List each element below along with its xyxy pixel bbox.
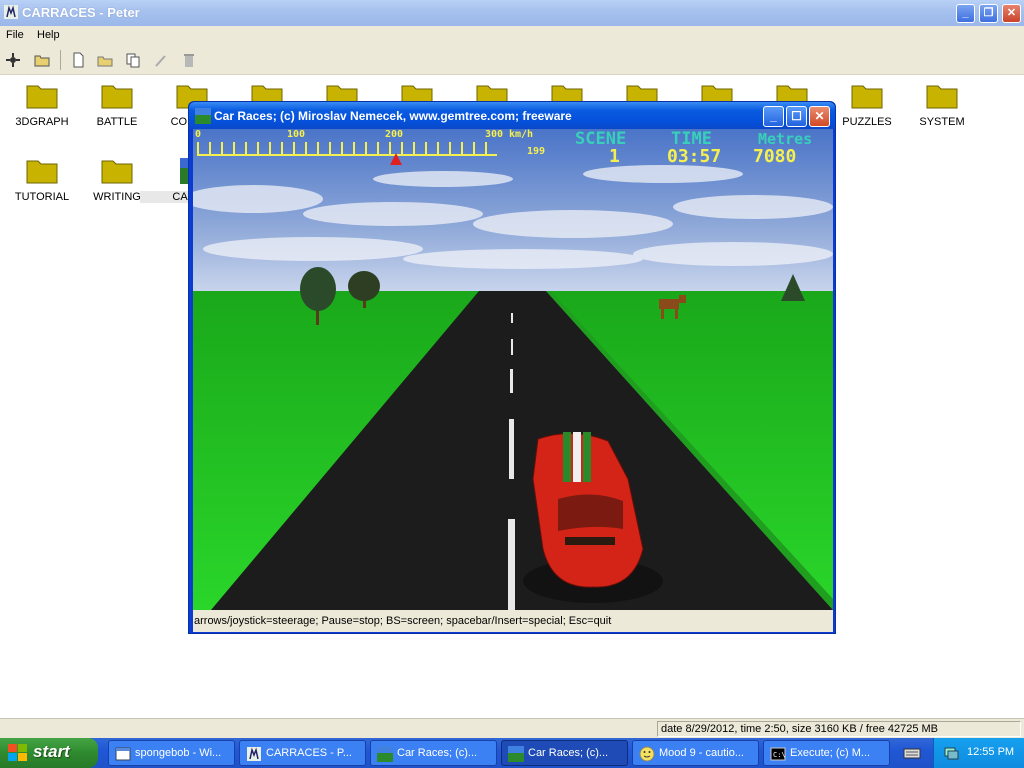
menu-bar: File Help [0, 26, 1024, 45]
race-track-view [193, 129, 833, 610]
peter-icon [247, 747, 261, 761]
taskbar: start spongebob - Wi... CARRACES - P... … [0, 738, 1024, 768]
task-car-races-1[interactable]: Car Races; (c)... [370, 740, 497, 766]
status-text: date 8/29/2012, time 2:50, size 3160 KB … [657, 721, 1021, 737]
copy-icon[interactable] [125, 52, 141, 68]
speed-tick-label: 100 [287, 129, 306, 140]
open-folder-icon[interactable] [34, 52, 50, 68]
task-execute[interactable]: C:\ Execute; (c) M... [763, 740, 890, 766]
main-window-title: CARRACES - Peter [22, 5, 140, 20]
close-button[interactable]: ✕ [1002, 4, 1021, 23]
folder-icon [851, 85, 883, 109]
game-help-bar: arrows/joystick=steerage; Pause=stop; BS… [193, 610, 833, 632]
status-bar: date 8/29/2012, time 2:50, size 3160 KB … [0, 718, 1024, 738]
rename-icon[interactable] [153, 52, 169, 68]
game-window[interactable]: Car Races; (c) Miroslav Nemecek, www.gem… [188, 101, 836, 634]
smiley-icon [639, 746, 655, 762]
speed-value: 199 [527, 146, 546, 157]
task-car-races-2[interactable]: Car Races; (c)... [501, 740, 628, 766]
folder-puzzles[interactable]: PUZZLES [829, 75, 899, 137]
console-icon: C:\ [770, 747, 786, 761]
new-folder-icon[interactable] [97, 52, 113, 68]
folder-icon [101, 85, 133, 109]
start-label: start [33, 742, 70, 761]
system-tray: 12:55 PM [933, 738, 1024, 768]
menu-file[interactable]: File [6, 29, 24, 41]
clock: 12:55 PM [967, 746, 1015, 758]
toolbar-separator [60, 50, 61, 70]
delete-icon[interactable] [181, 52, 197, 68]
menu-help[interactable]: Help [37, 29, 60, 41]
speed-tick-label: 200 [385, 129, 404, 140]
folder-icon [101, 160, 133, 184]
task-spongebob[interactable]: spongebob - Wi... [108, 740, 235, 766]
speedometer: 0 100 200 300 km/h 199 [193, 129, 545, 169]
speed-unit: km/h [509, 129, 534, 140]
game-scene[interactable]: 0 100 200 300 km/h 199 SCENE 1 TIME 03:5… [193, 129, 833, 610]
game-maximize-button[interactable]: ☐ [786, 106, 807, 127]
minimize-button[interactable]: _ [956, 4, 975, 23]
folder-icon [926, 85, 958, 109]
game-icon [508, 746, 524, 762]
folder-3dgraph[interactable]: 3DGRAPH [4, 75, 74, 137]
task-carraces-peter[interactable]: CARRACES - P... [239, 740, 366, 766]
svg-text:C:\: C:\ [773, 751, 786, 759]
metres-value: 7080 [753, 146, 797, 167]
folder-tutorial[interactable]: TUTORIAL [4, 150, 74, 212]
game-icon [377, 746, 393, 762]
folder-icon [26, 85, 58, 109]
restore-button[interactable]: ❐ [979, 4, 998, 23]
run-icon[interactable] [5, 52, 21, 68]
folder-battle[interactable]: BATTLE [79, 75, 149, 137]
game-icon [195, 108, 211, 124]
speed-tick-label: 300 [485, 129, 504, 140]
game-window-title: Car Races; (c) Miroslav Nemecek, www.gem… [214, 109, 572, 123]
toolbar [0, 45, 1024, 75]
time-value: 03:57 [667, 146, 722, 167]
peter-app-icon [4, 5, 18, 19]
folder-system[interactable]: SYSTEM [904, 75, 974, 137]
folder-icon [26, 160, 58, 184]
folder-writing[interactable]: WRITING [79, 150, 149, 212]
windows-logo-icon [8, 744, 27, 761]
scene-value: 1 [609, 146, 620, 167]
game-title-bar[interactable]: Car Races; (c) Miroslav Nemecek, www.gem… [189, 102, 835, 129]
task-mood[interactable]: Mood 9 - cautio... [632, 740, 759, 766]
ie-icon [115, 747, 131, 761]
start-button[interactable]: start [0, 738, 98, 768]
network-icon[interactable] [943, 745, 959, 761]
speed-scale [197, 142, 497, 156]
game-close-button[interactable]: ✕ [809, 106, 830, 127]
keyboard-icon[interactable] [903, 745, 921, 761]
game-minimize-button[interactable]: _ [763, 106, 784, 127]
main-title-bar[interactable]: CARRACES - Peter _ ❐ ✕ [0, 0, 1024, 26]
new-file-icon[interactable] [70, 52, 86, 68]
speed-tick-label: 0 [195, 129, 202, 140]
speed-needle [389, 153, 402, 165]
